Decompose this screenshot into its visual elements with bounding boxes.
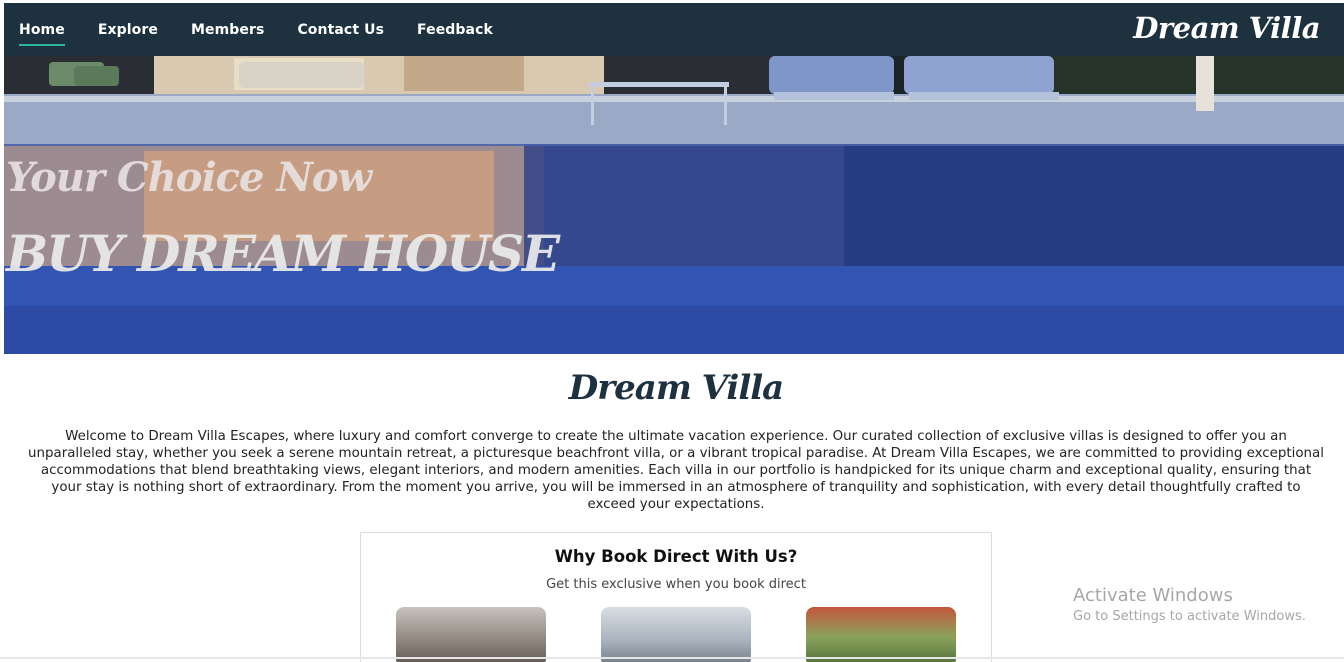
bottom-divider (0, 657, 1344, 659)
hero-subtitle: Your Choice Now (6, 154, 372, 201)
nav-explore[interactable]: Explore (98, 3, 158, 56)
section-title: Dream Villa (568, 368, 784, 408)
friends-outdoors-image (806, 607, 956, 662)
hero-background-image (4, 56, 1344, 354)
nav-home[interactable]: Home (19, 3, 65, 56)
brand-logo[interactable]: Dream Villa (1133, 11, 1320, 45)
why-book-card: Why Book Direct With Us? Get this exclus… (360, 532, 992, 662)
why-book-title: Why Book Direct With Us? (554, 547, 798, 566)
nav-contact-us[interactable]: Contact Us (297, 3, 384, 56)
why-book-subtitle: Get this exclusive when you book direct (546, 577, 806, 592)
top-navbar: Home Explore Members Contact Us Feedback… (4, 3, 1344, 56)
villa-interior-image (396, 607, 546, 662)
intro-paragraph: Welcome to Dream Villa Escapes, where lu… (28, 429, 1324, 512)
hero-banner: Your Choice Now BUY DREAM HOUSE (4, 56, 1344, 354)
nav-feedback[interactable]: Feedback (417, 3, 493, 56)
laptop-booking-image (601, 607, 751, 662)
nav-members[interactable]: Members (191, 3, 264, 56)
activate-windows-title: Activate Windows (1073, 585, 1233, 606)
hero-title: BUY DREAM HOUSE (6, 224, 560, 283)
activate-windows-subtitle: Go to Settings to activate Windows. (1073, 609, 1306, 624)
nav-links: Home Explore Members Contact Us Feedback (4, 3, 526, 56)
